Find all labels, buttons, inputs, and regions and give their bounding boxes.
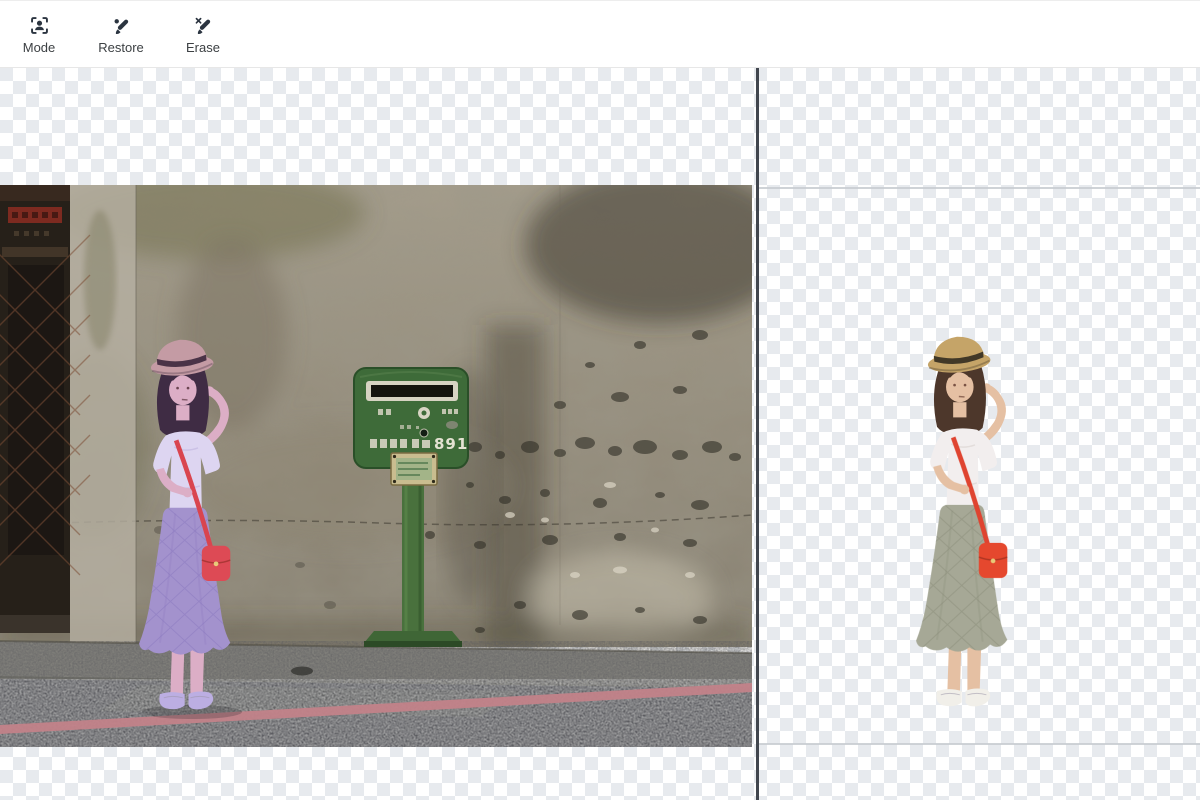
erase-label: Erase [186,39,220,55]
person-frame-icon [30,16,48,34]
compare-divider[interactable] [756,68,759,800]
restore-button[interactable]: Restore [92,15,150,54]
subject-cutout-figure [890,334,1034,706]
result-preview [759,68,1200,800]
mode-button[interactable]: Mode [10,15,68,54]
erase-button[interactable]: Erase [174,15,232,54]
original-photo[interactable]: 891 [0,185,752,747]
restore-label: Restore [98,39,144,55]
mode-label: Mode [22,39,56,55]
brush-erase-icon [195,17,210,34]
toolbar: Mode Restore Erase [0,0,1200,68]
mailbox-plaque [390,452,438,486]
drain-cover [291,666,313,676]
sidewalk-and-road [0,640,752,747]
mailbox-number: 891 [434,435,468,453]
editor-canvas: 891 [0,68,1200,800]
app-window: Mode Restore Erase 891 [0,0,1200,800]
brush-restore-icon [114,18,128,34]
